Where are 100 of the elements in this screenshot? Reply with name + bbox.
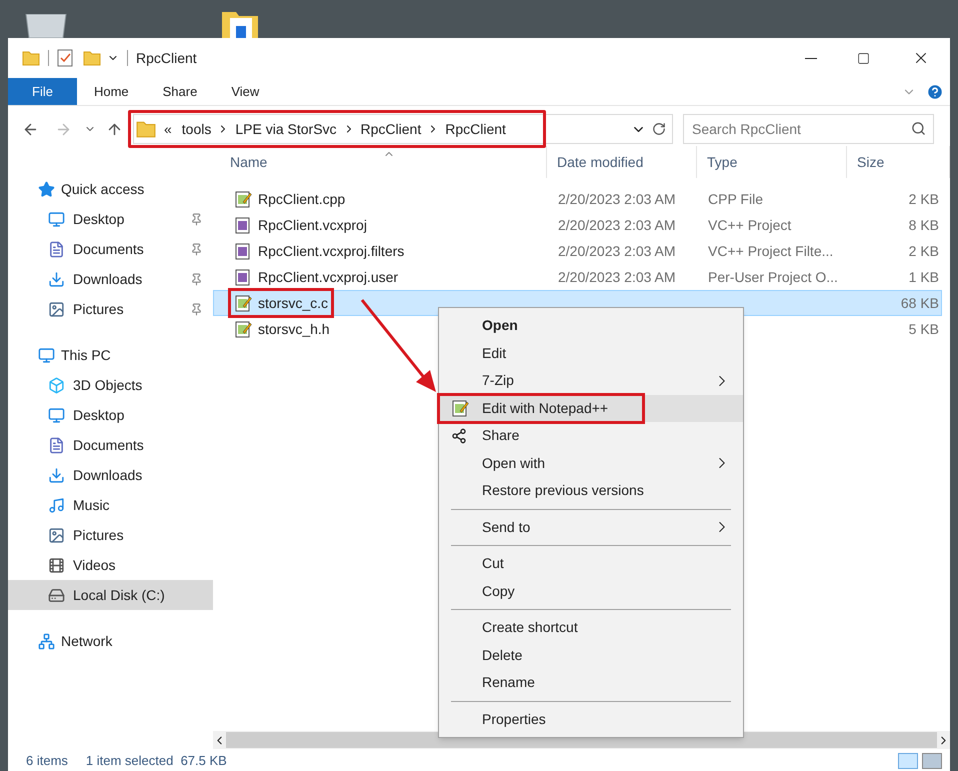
document-icon xyxy=(48,240,65,258)
menu-item[interactable]: Restore previous versions xyxy=(439,477,743,504)
date-modified: 2/20/2023 2:03 AM xyxy=(558,216,676,232)
menu-item[interactable]: Send to xyxy=(439,514,743,541)
document-icon xyxy=(48,436,65,454)
menu-item[interactable]: Delete xyxy=(439,642,743,669)
file-type: CPP File xyxy=(708,190,763,206)
ribbon-tab[interactable]: File xyxy=(8,78,77,105)
drive-icon xyxy=(48,586,65,604)
file-type: VC++ Project Filte... xyxy=(708,242,834,258)
desktop-icon xyxy=(48,210,65,228)
column-header[interactable]: Date modified xyxy=(547,146,697,178)
column-header[interactable]: Size xyxy=(847,146,950,178)
breadcrumb[interactable]: tools xyxy=(182,118,212,140)
cube-icon xyxy=(48,376,65,394)
pin-icon xyxy=(190,272,203,286)
menu-item[interactable]: 7-Zip xyxy=(439,367,743,394)
file-name: RpcClient.vcxproj xyxy=(258,216,367,235)
file-name-cell[interactable]: RpcClient.vcxproj.filters xyxy=(214,239,548,263)
folder-icon xyxy=(22,50,40,66)
menu-item[interactable]: Open with xyxy=(439,450,743,477)
nav-item[interactable]: Documents xyxy=(8,430,213,460)
share-icon xyxy=(451,428,467,444)
window-title: RpcClient xyxy=(136,48,197,68)
nav-item[interactable]: Downloads xyxy=(8,460,213,490)
menu-item[interactable]: Open xyxy=(439,312,743,340)
breadcrumb[interactable]: LPE via StorSvc xyxy=(235,118,337,140)
nav-item[interactable]: 3D Objects xyxy=(8,370,213,400)
selection-info: 1 item selected 67.5 KB xyxy=(86,752,227,770)
picture-icon xyxy=(48,300,65,318)
file-type: Per-User Project O... xyxy=(708,268,838,284)
file-size: 68 KB xyxy=(900,294,939,310)
nav-item[interactable]: Quick access xyxy=(8,174,213,204)
column-header[interactable]: Type xyxy=(697,146,847,178)
notepad-file-icon xyxy=(451,399,469,418)
computer-icon xyxy=(38,346,55,364)
notepad-file-icon xyxy=(234,320,252,338)
maximize-icon xyxy=(856,52,870,64)
network-icon xyxy=(38,632,55,650)
file-name-cell[interactable]: RpcClient.vcxproj.user xyxy=(214,265,548,289)
pin-icon xyxy=(190,242,203,256)
menu-item[interactable]: Share xyxy=(439,422,743,450)
breadcrumb-overflow[interactable]: « xyxy=(164,118,172,140)
ribbon-tab[interactable]: Share xyxy=(146,78,214,105)
file-name: RpcClient.cpp xyxy=(258,190,346,209)
notepad-file-icon xyxy=(234,294,252,312)
file-size: 2 KB xyxy=(908,190,939,206)
search-icon xyxy=(911,121,926,136)
nav-item[interactable]: Desktop xyxy=(8,400,213,430)
help-icon[interactable] xyxy=(926,82,944,100)
file-size: 8 KB xyxy=(908,216,939,232)
download-icon xyxy=(48,466,65,484)
picture-icon xyxy=(48,526,65,544)
file-name-cell[interactable]: RpcClient.vcxproj xyxy=(214,213,548,237)
menu-item[interactable]: Cut xyxy=(439,550,743,578)
ribbon-tab[interactable]: View xyxy=(214,78,276,105)
refresh-icon[interactable] xyxy=(652,122,666,136)
folder-icon[interactable] xyxy=(220,12,260,38)
nav-item[interactable]: Pictures xyxy=(8,520,213,550)
date-modified: 2/20/2023 2:03 AM xyxy=(558,242,676,258)
file-size: 1 KB xyxy=(908,268,939,284)
column-header[interactable]: Name xyxy=(213,146,547,178)
nav-item[interactable]: Network xyxy=(8,626,213,656)
menu-item[interactable]: Copy xyxy=(439,578,743,605)
nav-item[interactable]: Videos xyxy=(8,550,213,580)
breadcrumb[interactable]: RpcClient xyxy=(445,118,506,140)
search-field[interactable]: Search RpcClient xyxy=(683,114,934,144)
date-modified: 2/20/2023 2:03 AM xyxy=(558,190,676,206)
date-modified: 2/20/2023 2:03 AM xyxy=(558,268,676,284)
file-name-cell[interactable]: RpcClient.cpp xyxy=(214,187,548,211)
properties-icon[interactable] xyxy=(57,49,73,67)
menu-item[interactable]: Rename xyxy=(439,669,743,696)
menu-item[interactable]: Edit xyxy=(439,340,743,367)
folder-icon xyxy=(136,119,156,139)
file-name: storsvc_c.c xyxy=(258,294,328,313)
file-type: VC++ Project xyxy=(708,216,792,232)
user-file-icon xyxy=(234,268,252,286)
nav-item[interactable]: Documents xyxy=(8,234,213,264)
nav-item[interactable]: Pictures xyxy=(8,294,213,324)
file-size: 2 KB xyxy=(908,242,939,258)
file-name: RpcClient.vcxproj.filters xyxy=(258,242,404,261)
nav-item[interactable]: Music xyxy=(8,490,213,520)
file-name: storsvc_h.h xyxy=(258,320,330,339)
menu-item[interactable]: Edit with Notepad++ xyxy=(439,394,743,422)
filters-file-icon xyxy=(234,242,252,260)
breadcrumb[interactable]: RpcClient xyxy=(360,118,422,140)
project-file-icon xyxy=(234,216,252,234)
nav-item[interactable]: Local Disk (C:) xyxy=(8,580,213,610)
ribbon-tab[interactable]: Home xyxy=(76,78,146,105)
desktop-icon xyxy=(48,406,65,424)
pin-icon xyxy=(190,302,203,316)
file-size: 5 KB xyxy=(908,320,939,336)
nav-item[interactable]: Downloads xyxy=(8,264,213,294)
notepad-file-icon xyxy=(234,190,252,208)
nav-item[interactable]: This PC xyxy=(8,340,213,370)
menu-item[interactable]: Create shortcut xyxy=(439,614,743,642)
file-name: RpcClient.vcxproj.user xyxy=(258,268,398,287)
menu-item[interactable]: Properties xyxy=(439,706,743,733)
item-count: 6 items xyxy=(26,752,68,770)
nav-item[interactable]: Desktop xyxy=(8,204,213,234)
